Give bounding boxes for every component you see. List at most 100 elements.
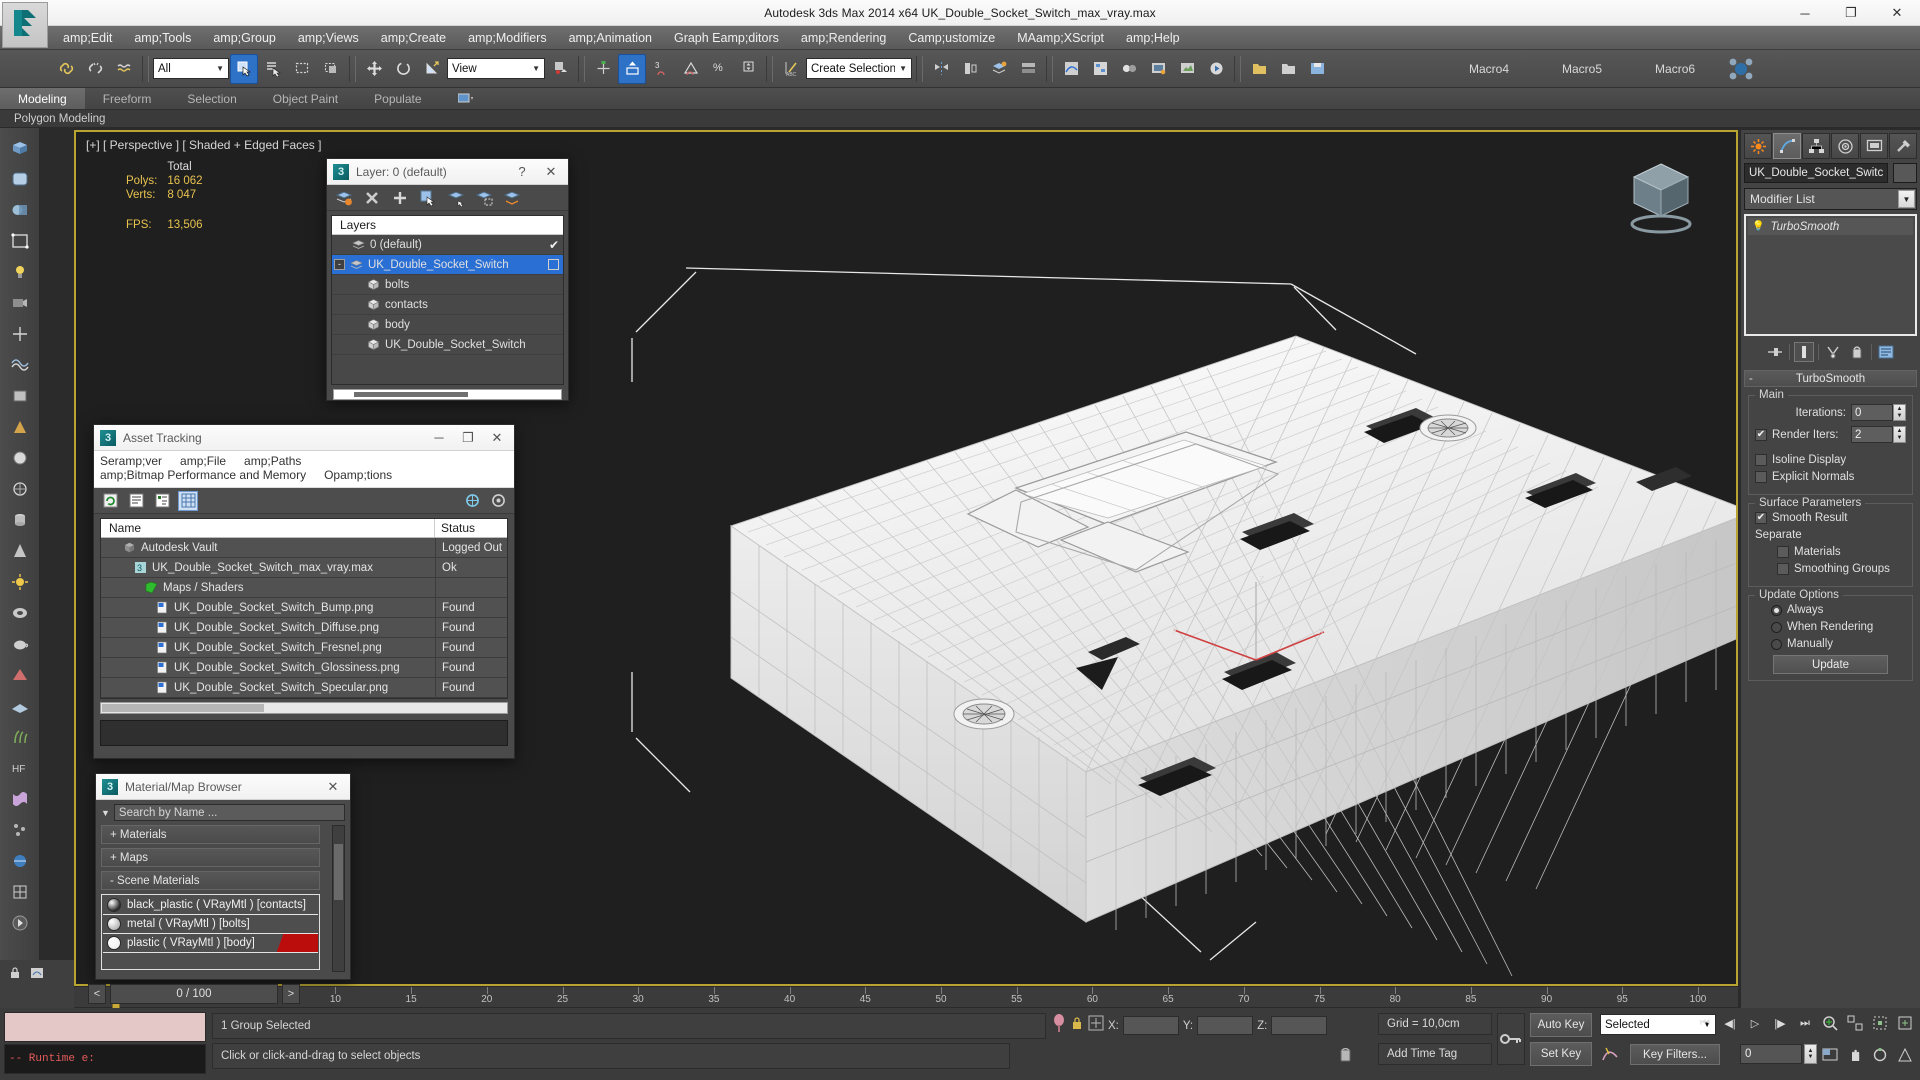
macro-button-5[interactable]: Macro5: [1536, 62, 1628, 76]
zoom-extents-icon[interactable]: [1869, 1012, 1891, 1034]
zoom-all-icon[interactable]: [1844, 1012, 1866, 1034]
tab-display[interactable]: [1860, 133, 1888, 159]
menu-tools[interactable]: amp;Tools: [123, 28, 202, 48]
iterations-spinner[interactable]: 0 ▲ ▼: [1851, 404, 1906, 421]
curve-editor-icon[interactable]: [1057, 54, 1085, 84]
modifier-list-dropdown[interactable]: Modifier List ▼: [1744, 188, 1917, 210]
render-setup-icon[interactable]: [1144, 54, 1172, 84]
add-time-tag-button[interactable]: Add Time Tag: [1378, 1043, 1492, 1065]
menu-help[interactable]: amp;Help: [1115, 28, 1191, 48]
render-iters-spinner[interactable]: 2 ▲ ▼: [1851, 426, 1906, 443]
absolute-relative-transform-icon[interactable]: [1088, 1015, 1104, 1036]
minimize-button[interactable]: ─: [1782, 0, 1828, 26]
sun-icon[interactable]: [5, 568, 35, 596]
frame-spinner-arrows-icon[interactable]: ▲ ▼: [1804, 1044, 1817, 1064]
make-unique-icon[interactable]: [1823, 342, 1843, 362]
snaps-toggle-icon[interactable]: [618, 53, 646, 84]
hf-tool-icon[interactable]: HF: [5, 754, 35, 782]
layer-manager-icon[interactable]: [985, 54, 1013, 84]
shapes-icon[interactable]: [5, 227, 35, 255]
menu-modifiers[interactable]: amp;Modifiers: [457, 28, 558, 48]
layer-expander-icon[interactable]: -: [334, 259, 345, 270]
teapot-icon[interactable]: [5, 630, 35, 658]
menu-graph-editors[interactable]: Graph Eamp;ditors: [663, 28, 790, 48]
y-coordinate-field[interactable]: [1197, 1016, 1254, 1035]
pin-stack-icon[interactable]: [1765, 342, 1785, 362]
tab-create[interactable]: [1744, 133, 1772, 159]
open-file-icon[interactable]: [1274, 54, 1302, 84]
named-selection-set-combo[interactable]: Create Selection Se ▼: [806, 58, 912, 79]
search-input[interactable]: Search by Name ...: [113, 804, 345, 821]
previous-frame-icon[interactable]: ◀|: [1719, 1012, 1741, 1034]
go-to-start-icon[interactable]: ⏮: [1694, 1012, 1716, 1034]
ribbon-tab-populate[interactable]: Populate: [356, 88, 439, 109]
ribbon-tab-freeform[interactable]: Freeform: [85, 88, 170, 109]
use-pivot-point-center-icon[interactable]: [546, 54, 574, 84]
update-always-radio[interactable]: [1771, 604, 1782, 616]
ribbon-tab-selection[interactable]: Selection: [169, 88, 254, 109]
snap-3d-icon[interactable]: 3: [647, 54, 675, 84]
object-color-swatch[interactable]: [1893, 163, 1917, 183]
matbrowser-vertical-scrollbar[interactable]: [332, 825, 345, 972]
globe-icon[interactable]: [5, 847, 35, 875]
select-and-manipulate-icon[interactable]: [589, 54, 617, 84]
macro-button-6[interactable]: Macro6: [1629, 62, 1721, 76]
layer-active-check-icon[interactable]: ✔: [549, 238, 559, 252]
select-object-icon[interactable]: [230, 53, 258, 84]
asset-menu-file[interactable]: amp;File: [180, 454, 226, 468]
asset-maximize-button[interactable]: ❐: [457, 430, 479, 446]
lightbulb-icon[interactable]: 💡: [1752, 221, 1764, 232]
spinner-arrows-icon[interactable]: ▲ ▼: [1893, 404, 1906, 421]
align-icon[interactable]: [956, 54, 984, 84]
asset-menu-options[interactable]: Opamp;tions: [324, 468, 392, 482]
quad-menu-icon[interactable]: [1722, 52, 1760, 86]
group-maps[interactable]: + Maps: [101, 848, 320, 867]
modifier-stack[interactable]: 💡 TurboSmooth: [1744, 214, 1917, 336]
mesh-icon[interactable]: [5, 878, 35, 906]
chevron-down-icon[interactable]: ▼: [1898, 190, 1915, 208]
list-view-icon[interactable]: [126, 491, 146, 511]
material-editor-icon[interactable]: [1115, 54, 1143, 84]
smooth-result-row[interactable]: ✔ Smooth Result: [1755, 512, 1906, 524]
bitmap-proxy-icon[interactable]: [462, 491, 482, 511]
current-frame-field[interactable]: 0: [1740, 1044, 1802, 1064]
separate-smoothing-groups-checkbox[interactable]: [1777, 563, 1789, 575]
spinner-arrows-icon[interactable]: ▲ ▼: [1893, 426, 1906, 443]
menu-animation[interactable]: amp;Animation: [558, 28, 663, 48]
object-name-field[interactable]: UK_Double_Socket_Switc: [1744, 163, 1888, 183]
next-range-button[interactable]: >: [282, 984, 300, 1004]
tab-modify[interactable]: [1773, 133, 1801, 159]
asset-minimize-button[interactable]: ─: [428, 430, 450, 445]
extended-primitives-icon[interactable]: [5, 165, 35, 193]
asset-menu-bitmap-performance[interactable]: amp;Bitmap Performance and Memory: [100, 468, 306, 482]
remove-modifier-icon[interactable]: [1847, 342, 1867, 362]
show-end-result-icon[interactable]: [1794, 342, 1814, 362]
asset-row[interactable]: 3 UK_Double_Socket_Switch_max_vray.max Ok: [101, 558, 507, 578]
standard-primitives-icon[interactable]: [5, 134, 35, 162]
select-and-move-icon[interactable]: [360, 54, 388, 84]
select-and-rotate-icon[interactable]: [389, 54, 417, 84]
select-and-link-icon[interactable]: [52, 54, 80, 84]
material-map-browser-dialog[interactable]: 3 Material/Map Browser ✕ ▼ Search by Nam…: [95, 773, 351, 980]
hide-unhide-layer-icon[interactable]: [499, 187, 525, 209]
layer-close-button[interactable]: ✕: [540, 164, 562, 180]
save-file-icon[interactable]: [1303, 54, 1331, 84]
asset-row[interactable]: UK_Double_Socket_Switch_Bump.png Found: [101, 598, 507, 618]
lights-icon[interactable]: [5, 258, 35, 286]
layer-row[interactable]: bolts: [332, 275, 563, 295]
material-list-item[interactable]: plastic ( VRayMtl ) [body]: [103, 934, 318, 953]
asset-row[interactable]: UK_Double_Socket_Switch_Diffuse.png Found: [101, 618, 507, 638]
menu-customize[interactable]: Camp;ustomize: [897, 28, 1006, 48]
open-track-view-icon[interactable]: [28, 964, 46, 982]
update-always-row[interactable]: Always: [1755, 604, 1906, 616]
update-when-rendering-row[interactable]: When Rendering: [1755, 621, 1906, 633]
plane-icon[interactable]: [5, 692, 35, 720]
layer-row[interactable]: body: [332, 315, 563, 335]
asset-tracking-dialog[interactable]: 3 Asset Tracking ─ ❐ ✕ Seramp;ver amp;Fi…: [93, 424, 515, 759]
set-key-button[interactable]: Set Key: [1530, 1042, 1592, 1066]
field-of-view-icon[interactable]: [1894, 1044, 1916, 1066]
go-to-end-icon[interactable]: ⏭: [1794, 1012, 1816, 1034]
asset-table[interactable]: Name Status Autodesk Vault Logged Out 3 UK_…: [100, 518, 508, 699]
graphite-modeling-tools-icon[interactable]: [1014, 54, 1042, 84]
delete-time-tag-icon[interactable]: [1335, 1044, 1355, 1064]
